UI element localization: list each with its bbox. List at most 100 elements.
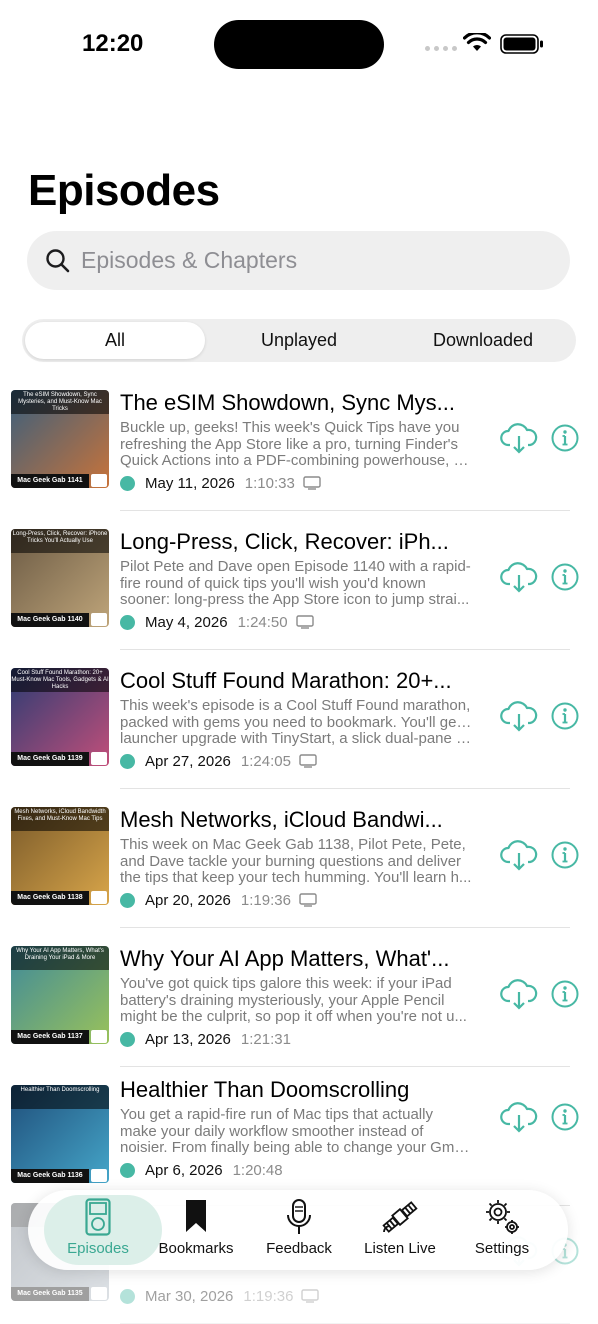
info-icon[interactable]: [551, 841, 579, 869]
download-cloud-icon[interactable]: [500, 978, 538, 1010]
gear-icon: [486, 1200, 519, 1234]
episode-duration: 1:21:31: [240, 1030, 291, 1048]
episode-title: Mesh Networks, iCloud Bandwi...: [120, 807, 443, 832]
tab-listen-live[interactable]: Listen Live: [350, 1190, 450, 1270]
tab-feedback[interactable]: Feedback: [249, 1190, 349, 1270]
unplayed-indicator-icon: [120, 614, 135, 630]
tab-label: Feedback: [266, 1240, 332, 1257]
info-icon[interactable]: [551, 563, 579, 591]
description-line: This week on Mac Geek Gab 1138, Pilot Pe…: [120, 837, 466, 853]
unplayed-indicator-icon: [120, 475, 135, 491]
info-icon[interactable]: [551, 980, 579, 1008]
artwork-show-label: Mac Geek Gab 1137: [11, 1030, 89, 1044]
episode-meta: Apr 27, 2026 1:24:05: [120, 752, 317, 770]
tab-label: Listen Live: [364, 1240, 436, 1257]
artwork-caption: Healthier Than Doomscrolling: [11, 1085, 109, 1109]
episode-row[interactable]: The eSIM Showdown, Sync Mysteries, and M…: [0, 372, 598, 511]
episode-description: Pilot Pete and Dave open Episode 1140 wi…: [120, 559, 472, 609]
wifi-icon: [463, 33, 491, 51]
episode-meta: Mar 30, 2026 1:19:36: [120, 1287, 320, 1305]
unplayed-indicator-icon: [120, 1031, 135, 1047]
episode-description: You've got quick tips galore this week: …: [120, 976, 472, 1026]
tab-label: Episodes: [67, 1240, 129, 1257]
artwork-show-label: Mac Geek Gab 1140: [11, 613, 89, 627]
episode-artwork: Mesh Networks, iCloud Bandwidth Fixes, a…: [11, 807, 109, 905]
episode-meta: Apr 13, 2026 1:21:31: [120, 1030, 299, 1048]
filter-tab-all[interactable]: All: [25, 322, 205, 359]
episode-date: Mar 30, 2026: [145, 1287, 234, 1305]
status-bar: 12:20: [0, 0, 598, 90]
episode-title: Long-Press, Click, Recover: iPh...: [120, 529, 449, 554]
video-available-icon: [303, 476, 321, 490]
episode-title: Cool Stuff Found Marathon: 20+...: [120, 668, 452, 693]
unplayed-indicator-icon: [120, 753, 135, 769]
download-cloud-icon[interactable]: [500, 422, 538, 454]
search-bar[interactable]: [27, 231, 570, 290]
dynamic-island: [214, 20, 384, 69]
search-icon: [46, 249, 70, 273]
artwork-caption: Cool Stuff Found Marathon: 20+ Must-Know…: [11, 668, 109, 692]
episode-row[interactable]: Long-Press, Click, Recover: iPhone Trick…: [0, 511, 598, 650]
filter-tab-downloaded[interactable]: Downloaded: [392, 322, 574, 359]
description-line: and Dave tackle your burning questions a…: [120, 853, 462, 870]
download-cloud-icon[interactable]: [500, 561, 538, 593]
unplayed-indicator-icon: [120, 1288, 135, 1304]
filter-tab-unplayed[interactable]: Unplayed: [208, 322, 390, 359]
artwork-show-label: Mac Geek Gab 1138: [11, 891, 89, 905]
info-icon[interactable]: [551, 702, 579, 730]
episode-row[interactable]: Why Your AI App Matters, What's Draining…: [0, 928, 598, 1067]
episode-title: Healthier Than Doomscrolling: [120, 1077, 410, 1102]
artwork-caption: The eSIM Showdown, Sync Mysteries, and M…: [11, 390, 109, 414]
episode-filter-control: All Unplayed Downloaded: [22, 319, 576, 362]
info-icon[interactable]: [551, 424, 579, 452]
description-line: packed with gems you need to bookmark. Y…: [120, 714, 472, 731]
episode-duration: 1:10:33: [244, 474, 295, 492]
show-logo-icon: [91, 891, 107, 904]
description-line: launcher upgrade with TinyStart, a slick…: [120, 731, 472, 747]
episode-date: Apr 6, 2026: [145, 1161, 223, 1179]
episode-artwork: The eSIM Showdown, Sync Mysteries, and M…: [11, 390, 109, 488]
episode-description: This week's episode is a Cool Stuff Foun…: [120, 698, 472, 748]
show-logo-icon: [91, 1287, 107, 1300]
episode-duration: 1:19:36: [243, 1287, 294, 1305]
download-cloud-icon[interactable]: [500, 1101, 538, 1133]
episode-description: You get a rapid-fire run of Mac tips tha…: [120, 1107, 472, 1157]
episode-row[interactable]: Mesh Networks, iCloud Bandwidth Fixes, a…: [0, 789, 598, 928]
artwork-show-label: Mac Geek Gab 1135: [11, 1287, 89, 1301]
episode-row[interactable]: Cool Stuff Found Marathon: 20+ Must-Know…: [0, 650, 598, 789]
episode-meta: Apr 20, 2026 1:19:36: [120, 891, 317, 909]
unplayed-indicator-icon: [120, 892, 135, 908]
episode-duration: 1:24:50: [237, 613, 288, 631]
description-line: Pilot Pete and Dave open Episode 1140 wi…: [120, 559, 471, 575]
video-available-icon: [295, 615, 314, 629]
tab-settings[interactable]: Settings: [452, 1190, 552, 1270]
video-available-icon: [299, 754, 317, 768]
artwork-show-label: Mac Geek Gab 1136: [11, 1169, 89, 1183]
tab-label: Settings: [474, 1240, 530, 1257]
artwork-caption: Long-Press, Click, Recover: iPhone Trick…: [11, 529, 109, 553]
show-logo-icon: [91, 752, 107, 765]
episode-date: May 11, 2026: [145, 474, 235, 492]
episode-date: Apr 27, 2026: [145, 752, 231, 770]
search-input[interactable]: [81, 231, 551, 290]
episode-date: Apr 20, 2026: [145, 891, 231, 909]
episode-description: Buckle up, geeks! This week's Quick Tips…: [120, 420, 472, 470]
description-line: You've got quick tips galore this week: …: [120, 976, 452, 992]
show-logo-icon: [91, 1030, 107, 1043]
description-line: You get a rapid-fire run of Mac tips tha…: [120, 1107, 433, 1123]
episode-description: This week on Mac Geek Gab 1138, Pilot Pe…: [120, 837, 472, 887]
info-icon[interactable]: [551, 1103, 579, 1131]
download-cloud-icon[interactable]: [500, 839, 538, 871]
episode-artwork: Cool Stuff Found Marathon: 20+ Must-Know…: [11, 668, 109, 766]
episode-meta: May 4, 2026 1:24:50: [120, 613, 314, 631]
download-cloud-icon[interactable]: [500, 700, 538, 732]
tab-episodes[interactable]: Episodes: [44, 1190, 162, 1270]
unplayed-indicator-icon: [120, 1162, 135, 1178]
episode-artwork: Why Your AI App Matters, What's Draining…: [11, 946, 109, 1044]
description-line: might be the culprit, so pop it off when…: [120, 1009, 467, 1025]
tab-bookmarks[interactable]: Bookmarks: [146, 1190, 246, 1270]
cellular-signal-icon: [425, 46, 457, 51]
ipod-icon: [85, 1198, 111, 1236]
page-title: Episodes: [28, 166, 220, 215]
description-line: Quick Actions into a PDF-combining power…: [120, 453, 472, 469]
